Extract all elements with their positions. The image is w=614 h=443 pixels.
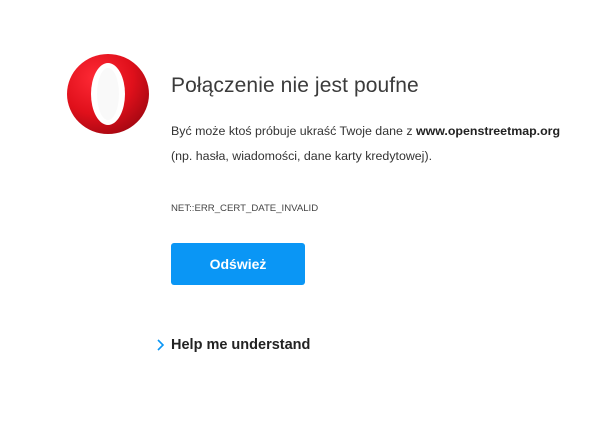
help-label: Help me understand (171, 337, 311, 353)
help-me-understand-toggle[interactable]: Help me understand (156, 337, 310, 353)
reload-button[interactable]: Odśwież (171, 243, 305, 285)
chevron-right-icon (156, 338, 166, 352)
message-text-after: (np. hasła, wiadomości, dane karty kredy… (171, 148, 433, 163)
opera-logo-icon (66, 53, 150, 135)
error-page: Połączenie nie jest poufne Być może ktoś… (0, 0, 614, 443)
host-name: www.openstreetmap.org (415, 124, 561, 138)
error-code: NET::ERR_CERT_DATE_INVALID (171, 203, 319, 214)
page-title: Połączenie nie jest poufne (171, 74, 419, 97)
message-text-before: Być może ktoś próbuje ukraść Twoje dane … (171, 124, 416, 138)
error-message: Być może ktoś próbuje ukraść Twoje dane … (171, 119, 571, 168)
